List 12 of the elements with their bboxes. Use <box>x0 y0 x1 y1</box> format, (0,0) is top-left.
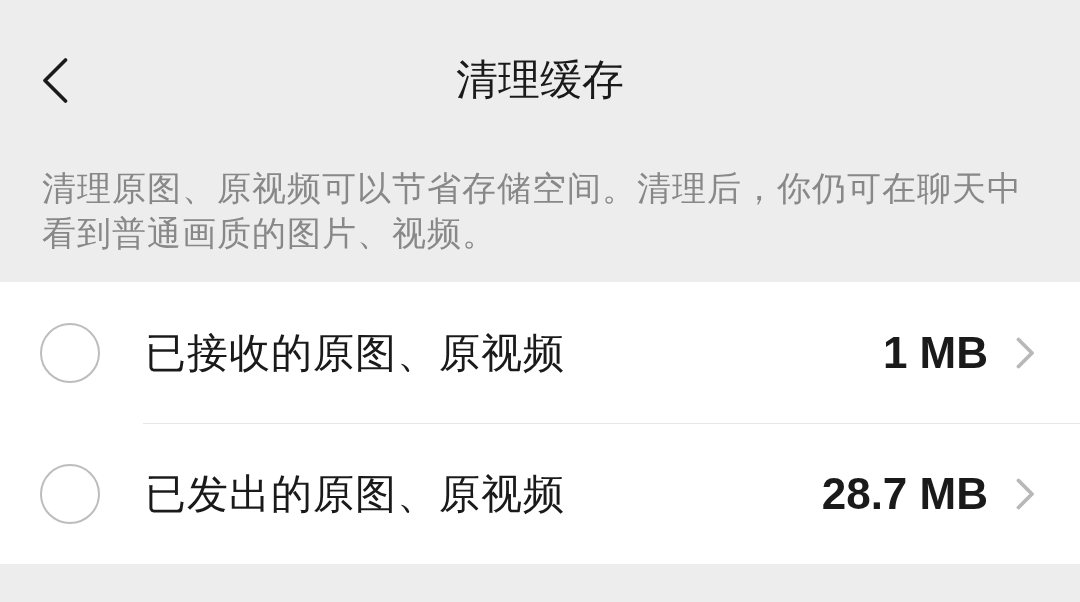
back-button[interactable] <box>42 57 68 103</box>
chevron-right-icon <box>1016 478 1035 510</box>
description-text: 清理原图、原视频可以节省存储空间。清理后，你仍可在聊天中看到普通画质的图片、视频。 <box>42 167 1023 255</box>
select-checkbox[interactable] <box>40 322 100 383</box>
size-value: 28.7 MB <box>821 469 988 519</box>
item-label: 已发出的原图、原视频 <box>144 469 566 519</box>
item-label: 已接收的原图、原视频 <box>144 327 566 378</box>
select-checkbox[interactable] <box>40 463 100 524</box>
size-value: 1 MB <box>882 327 988 378</box>
page-title: 清理缓存 <box>456 55 624 105</box>
back-icon <box>42 57 68 103</box>
chevron-right-icon <box>1016 336 1035 369</box>
